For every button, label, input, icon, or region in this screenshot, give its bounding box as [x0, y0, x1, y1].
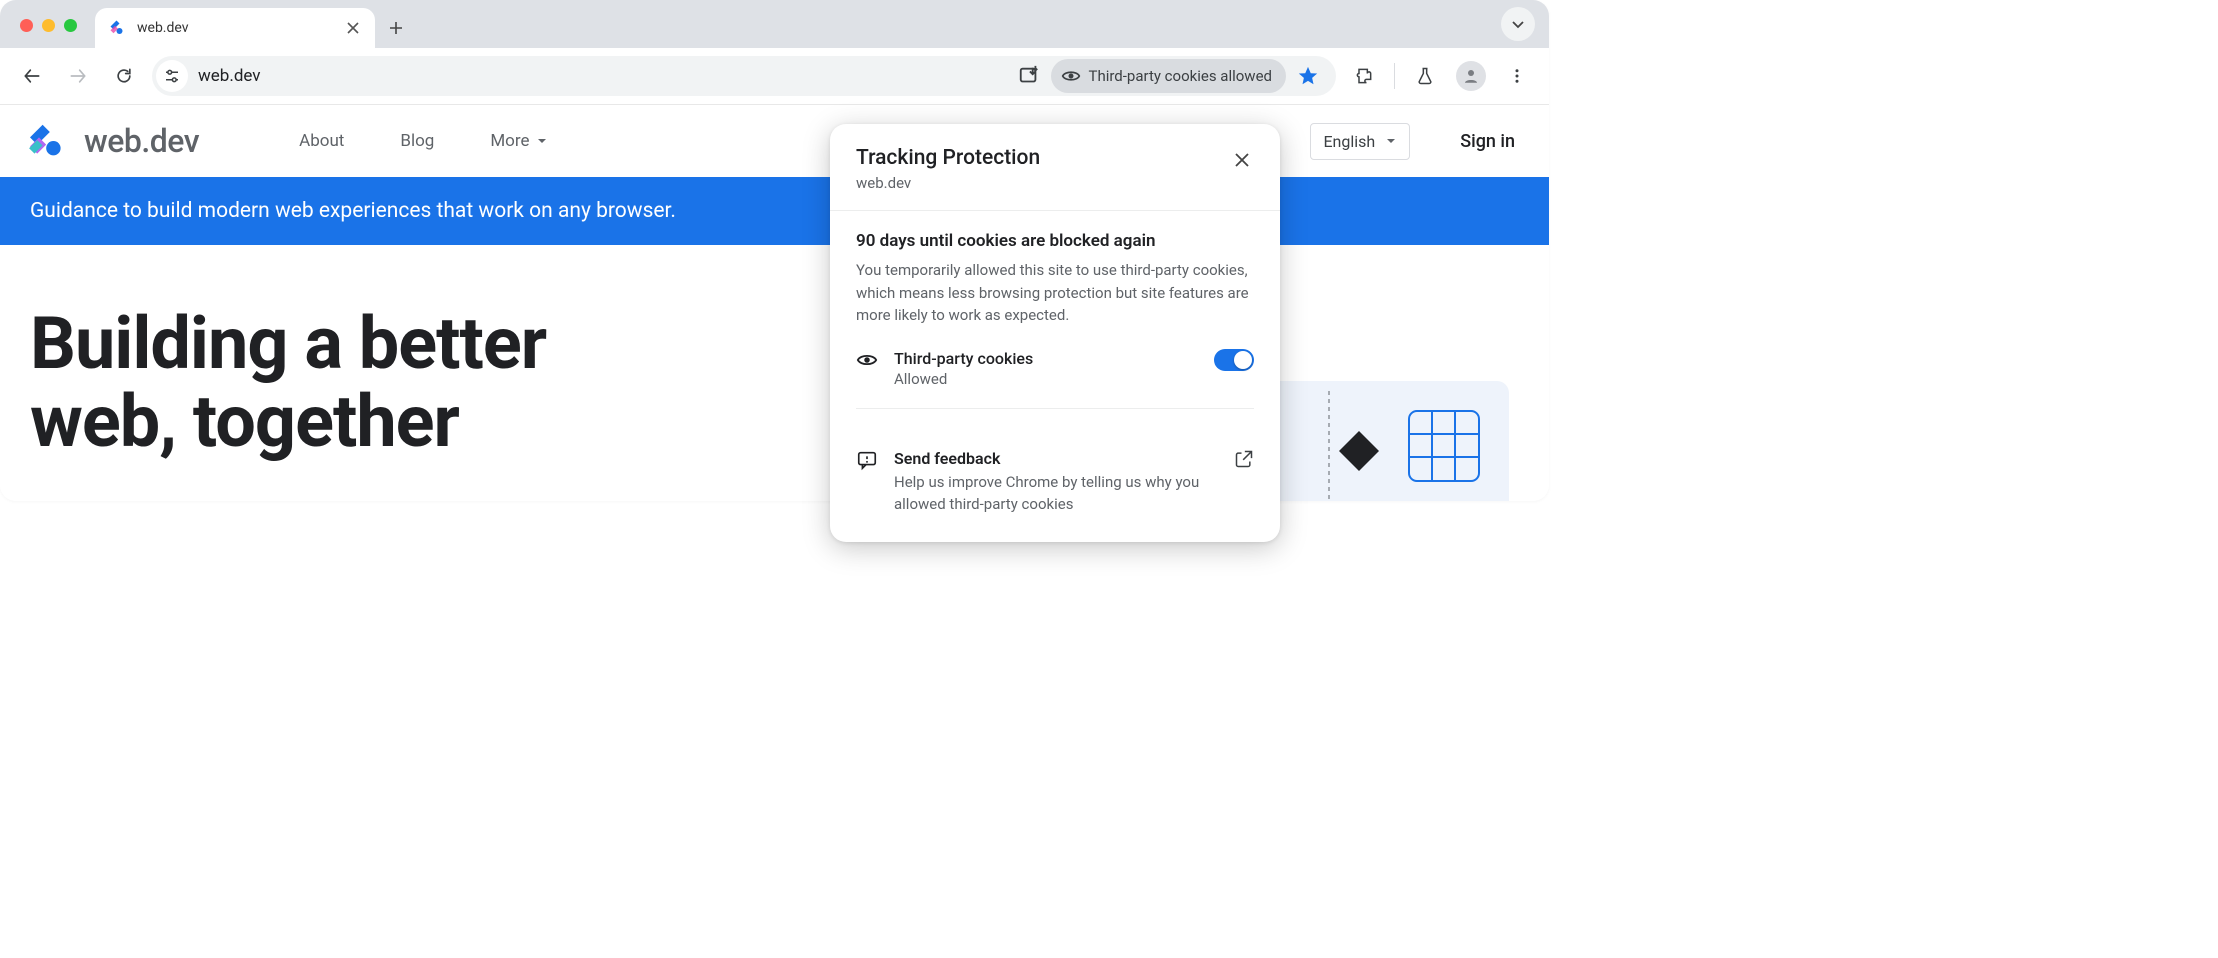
close-icon — [1234, 152, 1250, 168]
site-banner: Guidance to build modern web experiences… — [0, 177, 1549, 245]
sign-in-link[interactable]: Sign in — [1460, 131, 1515, 152]
open-external-icon — [1234, 449, 1254, 469]
window-controls — [20, 19, 77, 32]
cookie-toggle-label: Third-party cookies — [894, 349, 1033, 368]
caret-down-icon — [1385, 135, 1397, 147]
browser-window: web.dev web.dev — [0, 0, 1549, 501]
install-pwa-button[interactable] — [1011, 58, 1047, 94]
avatar-icon — [1456, 61, 1486, 91]
cookie-chip-label: Third-party cookies allowed — [1089, 67, 1273, 85]
language-selector[interactable]: English — [1310, 123, 1410, 160]
nav-more[interactable]: More — [490, 131, 547, 151]
popup-description: You temporarily allowed this site to use… — [856, 259, 1254, 327]
nav-blog[interactable]: Blog — [400, 131, 434, 151]
address-bar[interactable]: web.dev Third-party cookies allowed — [152, 56, 1336, 96]
eye-icon — [1061, 66, 1081, 86]
feedback-row[interactable]: Send feedback Help us improve Chrome by … — [830, 429, 1280, 542]
site-settings-button[interactable] — [156, 60, 188, 92]
tune-icon — [163, 67, 181, 85]
labs-button[interactable] — [1407, 58, 1443, 94]
close-window-button[interactable] — [20, 19, 33, 32]
extensions-button[interactable] — [1346, 58, 1382, 94]
banner-text: Guidance to build modern web experiences… — [30, 199, 676, 223]
new-tab-button[interactable] — [381, 13, 411, 43]
feedback-label: Send feedback — [894, 449, 1218, 468]
profile-button[interactable] — [1453, 58, 1489, 94]
kebab-icon — [1508, 67, 1526, 85]
reload-icon — [114, 66, 134, 86]
site-logo[interactable]: web.dev — [26, 122, 199, 160]
popup-site: web.dev — [856, 174, 1040, 192]
webdev-logo-icon — [26, 123, 70, 159]
close-tab-icon[interactable] — [345, 20, 361, 36]
cookie-toggle-status: Allowed — [894, 370, 1033, 388]
cookie-status-chip[interactable]: Third-party cookies allowed — [1051, 59, 1287, 93]
popup-title: Tracking Protection — [856, 146, 1040, 170]
webdev-favicon-icon — [109, 19, 127, 37]
tab-overflow-button[interactable] — [1501, 7, 1535, 41]
maximize-window-button[interactable] — [64, 19, 77, 32]
chrome-menu-button[interactable] — [1499, 58, 1535, 94]
popup-body: 90 days until cookies are blocked again … — [830, 211, 1280, 429]
chevron-down-icon — [1511, 17, 1525, 31]
caret-down-icon — [536, 135, 548, 147]
language-label: English — [1323, 132, 1375, 151]
tab-title: web.dev — [137, 20, 189, 36]
reload-button[interactable] — [106, 58, 142, 94]
arrow-left-icon — [22, 66, 42, 86]
flask-icon — [1415, 66, 1435, 86]
toolbar-divider — [1394, 63, 1395, 89]
cookie-toggle-row: Third-party cookies Allowed — [856, 349, 1254, 409]
feedback-description: Help us improve Chrome by telling us why… — [894, 471, 1218, 516]
star-icon — [1297, 65, 1319, 87]
hero-section: Building a better web, together — [0, 245, 1549, 501]
eye-icon — [856, 349, 878, 371]
forward-button[interactable] — [60, 58, 96, 94]
back-button[interactable] — [14, 58, 50, 94]
popup-header: Tracking Protection web.dev — [830, 124, 1280, 211]
install-icon — [1018, 65, 1040, 87]
titlebar: web.dev — [0, 0, 1549, 48]
feedback-icon — [856, 449, 878, 471]
tracking-protection-popup: Tracking Protection web.dev 90 days unti… — [830, 124, 1280, 542]
site-header: web.dev About Blog More English Sign in — [0, 105, 1549, 177]
url-text: web.dev — [198, 66, 1007, 86]
nav-about[interactable]: About — [299, 131, 344, 151]
cookie-toggle[interactable] — [1214, 349, 1254, 371]
puzzle-icon — [1354, 66, 1374, 86]
site-name: web.dev — [84, 122, 199, 160]
popup-close-button[interactable] — [1230, 148, 1254, 172]
toolbar: web.dev Third-party cookies allowed — [0, 48, 1549, 105]
popup-heading: 90 days until cookies are blocked again — [856, 231, 1254, 251]
minimize-window-button[interactable] — [42, 19, 55, 32]
arrow-right-icon — [68, 66, 88, 86]
page-content: web.dev About Blog More English Sign in … — [0, 105, 1549, 501]
browser-tab[interactable]: web.dev — [95, 8, 375, 48]
bookmark-button[interactable] — [1290, 58, 1326, 94]
site-nav: About Blog More — [299, 131, 547, 151]
